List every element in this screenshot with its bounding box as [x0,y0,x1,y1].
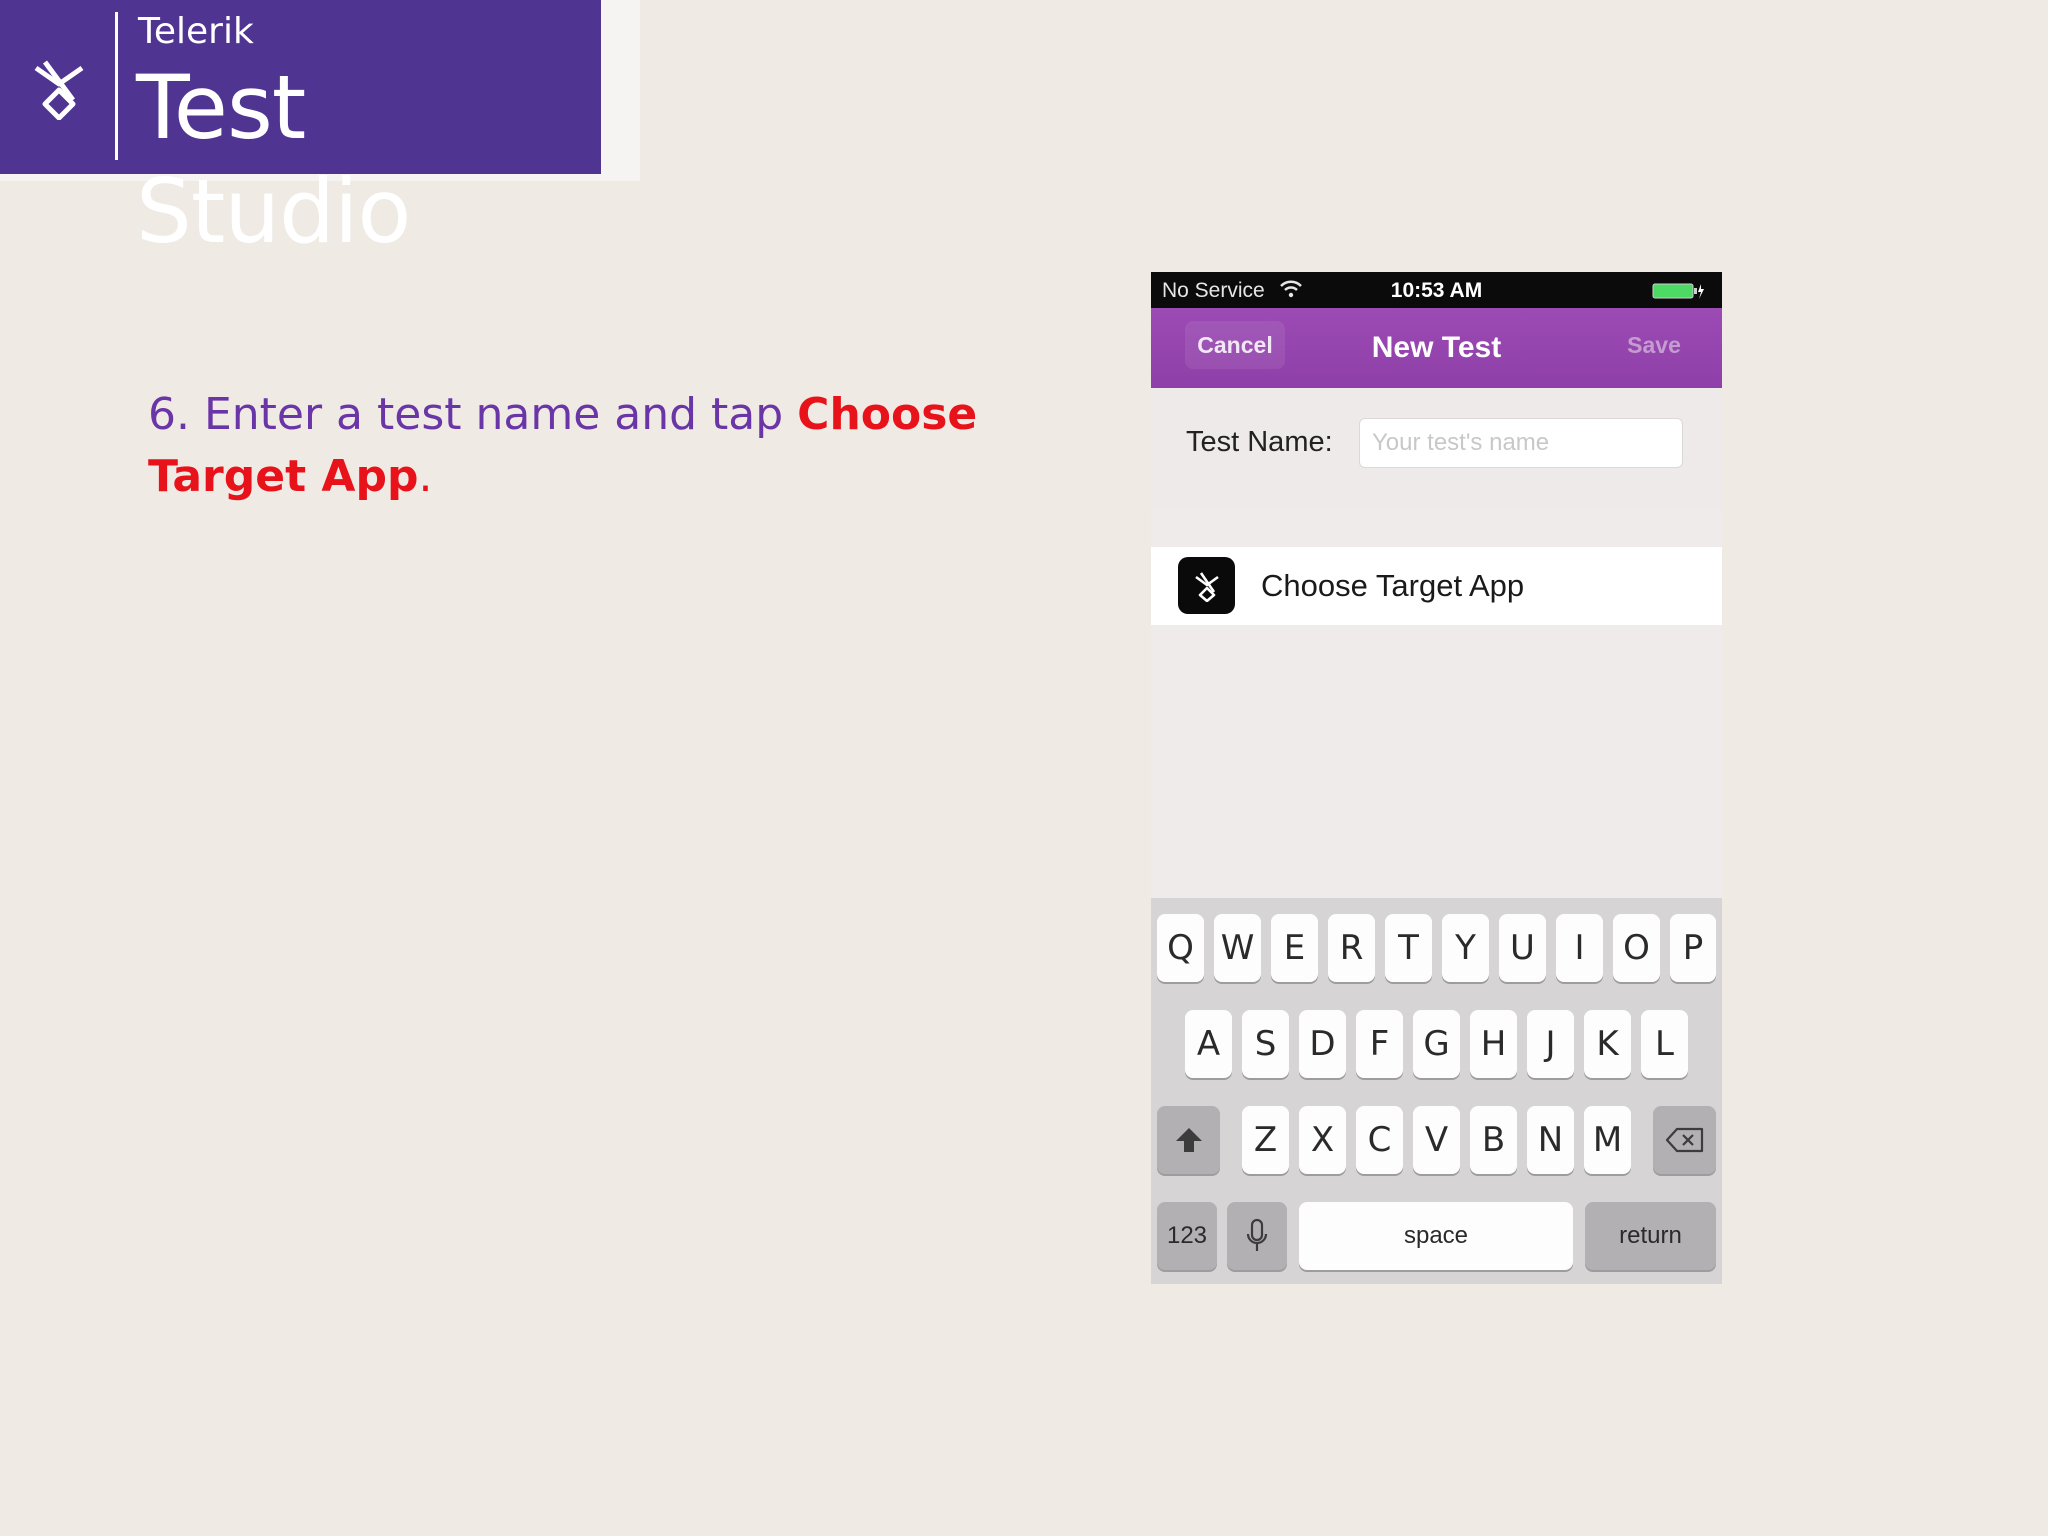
battery-charging-icon [1652,283,1704,299]
telerik-test-studio-logo: Telerik Test Studio [0,0,601,263]
logo-divider [115,12,118,160]
numbers-key[interactable]: 123 [1157,1202,1217,1270]
nav-bar: Cancel New Test Save [1151,308,1722,388]
save-button[interactable]: Save [1614,321,1694,369]
key-n[interactable]: N [1527,1106,1574,1174]
key-c[interactable]: C [1356,1106,1403,1174]
status-time: 10:53 AM [1390,279,1483,302]
keyboard: Q W E R T Y U I O P A S D F G H J K L Z … [1151,898,1722,1284]
test-studio-app-icon [1178,557,1235,614]
status-bar: No Service 10:53 AM [1151,272,1722,308]
space-key[interactable]: space [1299,1202,1573,1270]
instruction-text: 6. Enter a test name and tap Choose Targ… [148,384,1068,508]
choose-target-app-row[interactable]: Choose Target App [1151,547,1722,625]
key-e[interactable]: E [1271,914,1318,982]
microphone-key[interactable] [1227,1202,1287,1270]
key-o[interactable]: O [1613,914,1660,982]
key-p[interactable]: P [1670,914,1716,982]
logo-company-name: Telerik [138,11,254,52]
return-key[interactable]: return [1585,1202,1716,1270]
key-f[interactable]: F [1356,1010,1403,1078]
key-j[interactable]: J [1527,1010,1574,1078]
key-b[interactable]: B [1470,1106,1517,1174]
instruction-prefix: 6. Enter a test name and tap [148,389,798,440]
microphone-icon [1246,1218,1268,1251]
test-name-label: Test Name: [1186,426,1333,458]
key-g[interactable]: G [1413,1010,1460,1078]
test-name-input[interactable] [1359,418,1683,468]
key-q[interactable]: Q [1157,914,1204,982]
key-w[interactable]: W [1214,914,1261,982]
key-x[interactable]: X [1299,1106,1346,1174]
backspace-icon [1665,1127,1703,1153]
phone-screenshot: No Service 10:53 AM Cancel New Test Save… [1151,272,1722,1284]
key-k[interactable]: K [1584,1010,1631,1078]
backspace-key[interactable] [1653,1106,1716,1174]
logo-banner: Telerik Test Studio [0,0,640,263]
key-r[interactable]: R [1328,914,1375,982]
key-d[interactable]: D [1299,1010,1346,1078]
key-v[interactable]: V [1413,1106,1460,1174]
shift-icon [1175,1128,1202,1152]
key-m[interactable]: M [1584,1106,1631,1174]
telerik-ninja-mark-icon [34,60,84,120]
test-name-row: Test Name: [1151,388,1722,508]
shift-key[interactable] [1157,1106,1220,1174]
key-s[interactable]: S [1242,1010,1289,1078]
choose-target-app-label: Choose Target App [1261,568,1525,603]
key-a[interactable]: A [1185,1010,1232,1078]
key-i[interactable]: I [1556,914,1603,982]
key-t[interactable]: T [1385,914,1432,982]
key-z[interactable]: Z [1242,1106,1289,1174]
key-l[interactable]: L [1641,1010,1688,1078]
instruction-suffix: . [418,451,433,502]
key-y[interactable]: Y [1442,914,1489,982]
key-h[interactable]: H [1470,1010,1517,1078]
logo-product-name: Test Studio [136,56,411,263]
key-u[interactable]: U [1499,914,1546,982]
